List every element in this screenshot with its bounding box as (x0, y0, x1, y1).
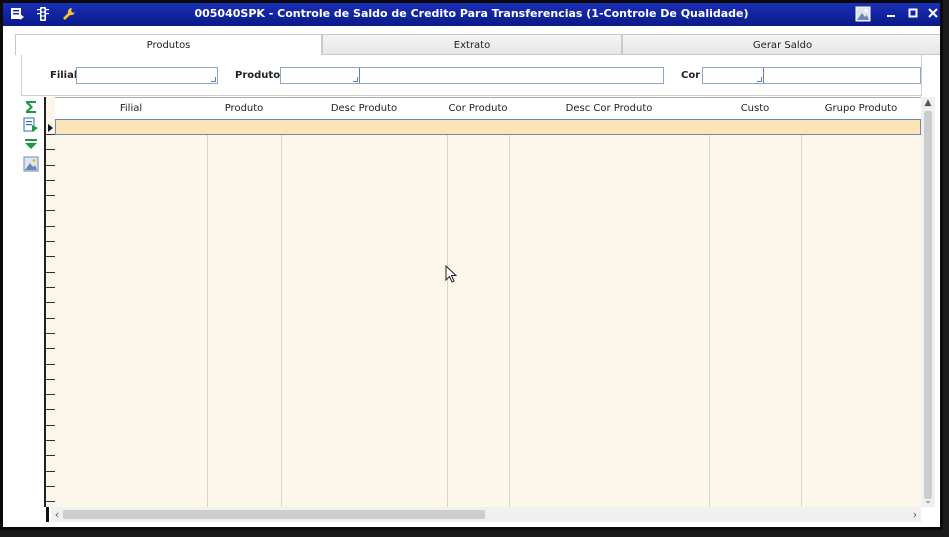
filter-panel: Filial Produto Cor (21, 55, 922, 96)
main-window: 005040SPK - Controle de Saldo de Credito… (0, 0, 943, 530)
row-gutter-tick (46, 364, 55, 365)
close-button[interactable] (923, 6, 940, 23)
row-gutter-tick (46, 241, 55, 242)
row-gutter (44, 97, 55, 507)
row-gutter-tick (46, 501, 55, 502)
produto-separator (359, 68, 360, 83)
column-divider (447, 98, 448, 508)
row-gutter-tick (46, 272, 55, 273)
row-gutter-tick (46, 287, 55, 288)
row-gutter-tick (46, 149, 55, 150)
grid-header: Filial Produto Desc Produto Cor Produto … (55, 98, 921, 120)
mouse-cursor-icon (445, 265, 458, 283)
row-gutter-tick (46, 256, 55, 257)
picture-icon[interactable] (855, 6, 871, 22)
column-divider (207, 98, 208, 508)
scroll-down-icon[interactable]: ⌄ (923, 496, 933, 506)
row-gutter-tick (46, 394, 55, 395)
column-header-desc-cor-produto[interactable]: Desc Cor Produto (509, 98, 709, 119)
row-gutter-tick (46, 210, 55, 211)
filter-icon[interactable] (23, 137, 39, 153)
column-header-custo[interactable]: Custo (709, 98, 801, 119)
scroll-right-icon[interactable]: › (911, 508, 919, 521)
column-divider (281, 98, 282, 508)
row-gutter-tick (46, 455, 55, 456)
produto-label: Produto (235, 70, 281, 81)
vertical-scroll-thumb[interactable] (924, 111, 932, 499)
filial-label: Filial (50, 70, 78, 81)
row-gutter-tick (46, 379, 55, 380)
row-gutter-tick (46, 440, 55, 441)
row-gutter-tick (46, 226, 55, 227)
image-icon[interactable] (23, 156, 39, 172)
row-gutter-tick (46, 165, 55, 166)
row-gutter-tick (46, 425, 55, 426)
data-grid[interactable]: Filial Produto Desc Produto Cor Produto … (55, 97, 921, 508)
minimize-icon (887, 15, 895, 17)
row-gutter-tick (46, 134, 55, 135)
scroll-left-edge (46, 507, 49, 522)
row-gutter-tick (46, 409, 55, 410)
column-header-desc-produto[interactable]: Desc Produto (281, 98, 447, 119)
cor-separator (763, 68, 764, 83)
row-gutter-tick (46, 471, 55, 472)
export-icon[interactable] (23, 117, 39, 133)
row-gutter-tick (46, 486, 55, 487)
column-divider (509, 98, 510, 508)
tab-gerar-saldo[interactable]: Gerar Saldo (622, 34, 940, 55)
cor-input[interactable] (702, 67, 921, 84)
column-header-grupo-produto[interactable]: Grupo Produto (801, 98, 921, 119)
column-header-filial[interactable]: Filial (55, 98, 207, 119)
tab-produtos[interactable]: Produtos (15, 34, 322, 55)
column-header-produto[interactable]: Produto (207, 98, 281, 119)
horizontal-scrollbar[interactable]: ‹ › (51, 507, 921, 522)
scroll-left-icon[interactable]: ‹ (53, 508, 61, 521)
column-header-cor-produto[interactable]: Cor Produto (447, 98, 509, 119)
cor-label: Cor (681, 70, 701, 81)
row-gutter-tick (46, 333, 55, 334)
horizontal-scroll-thumb[interactable] (63, 510, 485, 519)
row-gutter-tick (46, 348, 55, 349)
row-gutter-tick (46, 302, 55, 303)
lookup-icon (211, 77, 216, 82)
title-bar: 005040SPK - Controle de Saldo de Credito… (3, 3, 940, 26)
row-gutter-tick (46, 195, 55, 196)
minimize-button[interactable] (881, 6, 901, 23)
window-title: 005040SPK - Controle de Saldo de Credito… (194, 7, 749, 20)
filial-input[interactable] (76, 67, 218, 84)
column-divider (801, 98, 802, 508)
column-divider (709, 98, 710, 508)
selected-row[interactable] (55, 119, 921, 135)
vertical-scrollbar[interactable]: ▲ ⌄ (921, 97, 935, 507)
row-gutter-tick (46, 318, 55, 319)
sum-icon[interactable] (23, 99, 39, 115)
current-row-indicator (48, 124, 53, 132)
row-gutter-tick (46, 180, 55, 181)
lookup-icon (353, 77, 358, 82)
tab-bar: Produtos Extrato Gerar Saldo (15, 34, 940, 55)
produto-input[interactable] (280, 67, 664, 84)
lookup-icon (757, 77, 762, 82)
maximize-button[interactable] (903, 6, 923, 23)
scroll-up-icon[interactable]: ▲ (923, 98, 933, 108)
close-icon (928, 8, 938, 18)
maximize-icon (908, 8, 918, 18)
tab-extrato[interactable]: Extrato (322, 34, 622, 55)
